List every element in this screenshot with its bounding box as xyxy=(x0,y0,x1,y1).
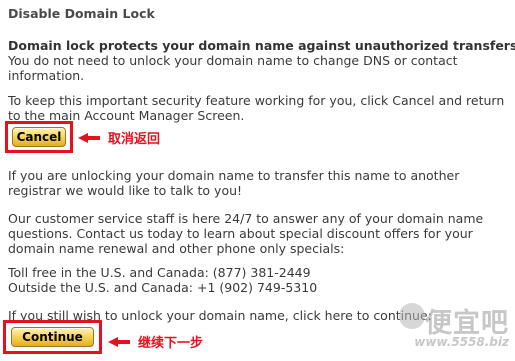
page-title: Disable Domain Lock xyxy=(8,6,155,21)
service-line: questions. Contact us today to learn abo… xyxy=(8,226,473,241)
intro-line: information. xyxy=(8,68,85,83)
transfer-line: registrar we would like to talk to you! xyxy=(8,183,243,198)
intro-bold-text: Domain lock protects your domain name ag… xyxy=(8,38,515,53)
continue-button[interactable]: Continue xyxy=(11,327,94,347)
phone-line-toll-free: Toll free in the U.S. and Canada: (877) … xyxy=(8,265,311,280)
left-arrow-icon xyxy=(78,132,100,143)
cancel-annotation: 取消返回 xyxy=(78,128,160,147)
keep-security-paragraph: To keep this important security feature … xyxy=(8,93,508,123)
transfer-line: If you are unlocking your domain name to… xyxy=(8,168,460,183)
continue-annotation: 继续下一步 xyxy=(108,332,203,351)
continue-annotation-label: 继续下一步 xyxy=(138,336,204,351)
watermark-url: www.5558.biz xyxy=(414,335,509,349)
continue-highlight-box: Continue xyxy=(3,320,102,354)
customer-service-paragraph: Our customer service staff is here 24/7 … xyxy=(8,211,508,256)
watermark: 便宜吧 www.5558.biz xyxy=(399,301,509,357)
phone-line-international: Outside the U.S. and Canada: +1 (902) 74… xyxy=(8,280,318,295)
cancel-annotation-label: 取消返回 xyxy=(108,132,161,147)
cancel-highlight-box: Cancel xyxy=(5,121,73,153)
watermark-logo-icon xyxy=(399,303,425,329)
keep-line: to the main Account Manager Screen. xyxy=(8,108,245,123)
service-line: domain name renewal and other phone only… xyxy=(8,241,345,256)
intro-paragraph: Domain lock protects your domain name ag… xyxy=(8,38,515,83)
keep-line: To keep this important security feature … xyxy=(8,93,505,108)
service-line: Our customer service staff is here 24/7 … xyxy=(8,211,484,226)
transfer-paragraph: If you are unlocking your domain name to… xyxy=(8,168,508,198)
cancel-button[interactable]: Cancel xyxy=(12,127,66,147)
intro-line: You do not need to unlock your domain na… xyxy=(8,53,458,68)
phone-numbers: Toll free in the U.S. and Canada: (877) … xyxy=(8,265,508,295)
left-arrow-icon xyxy=(108,336,130,347)
